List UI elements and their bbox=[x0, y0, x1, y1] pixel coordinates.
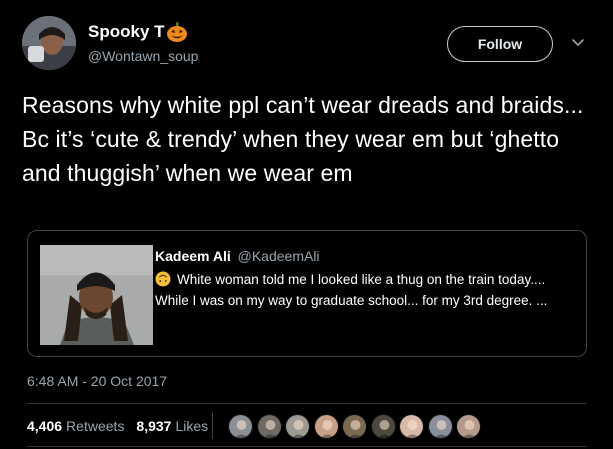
quoted-display-name: Kadeem Ali bbox=[155, 248, 231, 264]
tweet-timestamp[interactable]: 6:48 AM - 20 Oct 2017 bbox=[27, 373, 167, 389]
liker-avatar[interactable] bbox=[256, 414, 282, 439]
like-count[interactable]: 8,937 bbox=[136, 418, 171, 434]
quoted-author: Kadeem Ali @KadeemAli bbox=[155, 248, 320, 264]
retweet-count[interactable]: 4,406 bbox=[27, 418, 62, 434]
user-avatar[interactable] bbox=[22, 16, 76, 70]
jack-o-lantern-icon bbox=[166, 21, 188, 43]
liker-avatar[interactable] bbox=[285, 414, 310, 439]
quoted-tweet-card[interactable]: Kadeem Ali @KadeemAli White woman told m… bbox=[27, 230, 587, 357]
liker-avatar[interactable] bbox=[456, 414, 481, 439]
stats-separator bbox=[212, 413, 213, 439]
tweet-header: Spooky T @Wontawn_soup Follow bbox=[22, 14, 602, 72]
liker-avatar[interactable] bbox=[228, 414, 253, 439]
liker-avatars bbox=[228, 414, 485, 439]
tweet-text: Reasons why white ppl can’t wear dreads … bbox=[22, 92, 584, 186]
liker-avatar[interactable] bbox=[342, 414, 367, 439]
divider bbox=[27, 446, 587, 447]
quoted-tweet-body: White woman told me I looked like a thug… bbox=[155, 272, 548, 308]
follow-button[interactable]: Follow bbox=[447, 26, 553, 62]
like-label[interactable]: Likes bbox=[175, 418, 208, 434]
liker-avatar[interactable] bbox=[399, 414, 424, 439]
liker-avatar[interactable] bbox=[370, 414, 396, 439]
display-name[interactable]: Spooky T bbox=[88, 21, 188, 43]
display-name-text: Spooky T bbox=[88, 22, 165, 41]
chevron-down-icon[interactable] bbox=[570, 34, 586, 50]
tweet-stats: 4,406 Retweets 8,937 Likes bbox=[27, 413, 213, 439]
liker-avatar[interactable] bbox=[313, 414, 339, 439]
user-handle[interactable]: @Wontawn_soup bbox=[88, 48, 198, 64]
quoted-tweet-image bbox=[40, 245, 153, 345]
liker-avatar[interactable] bbox=[427, 414, 453, 439]
quoted-handle: @KadeemAli bbox=[237, 248, 320, 264]
quoted-tweet-text: White woman told me I looked like a thug… bbox=[155, 269, 575, 311]
upside-down-face-icon bbox=[155, 271, 171, 287]
divider bbox=[27, 403, 587, 404]
retweet-label[interactable]: Retweets bbox=[66, 418, 124, 434]
